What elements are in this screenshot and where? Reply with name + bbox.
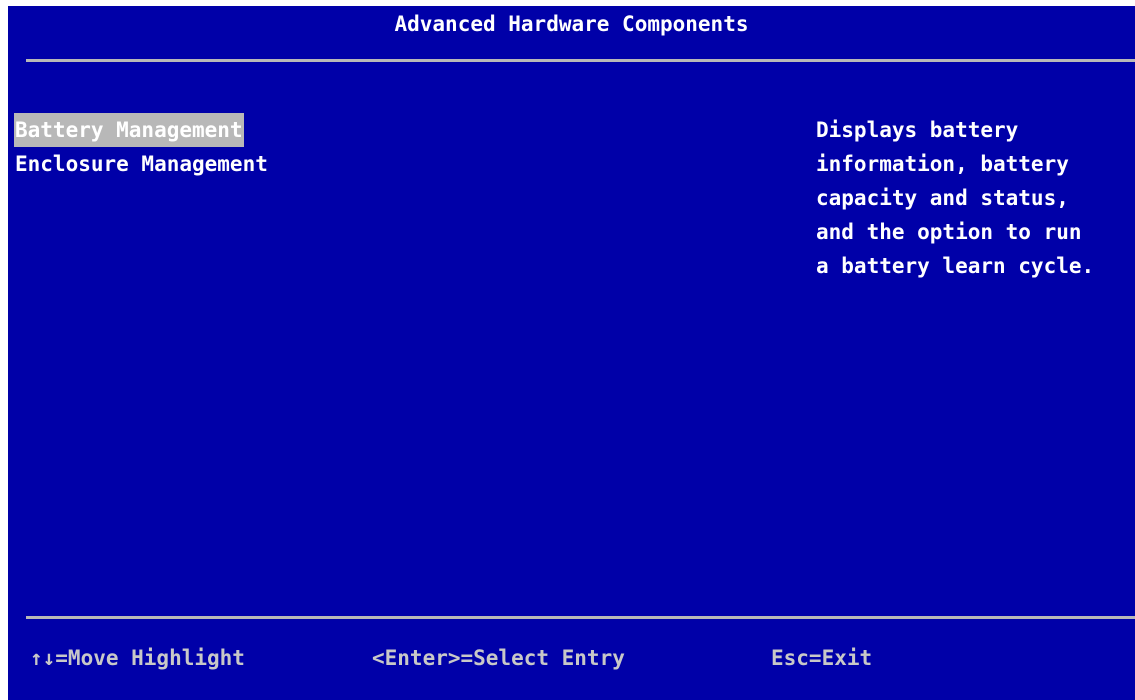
bottom-divider — [26, 616, 1135, 619]
hint-select-entry: <Enter>=Select Entry — [372, 646, 625, 670]
hint-move-highlight: ↑↓=Move Highlight — [30, 646, 245, 670]
page-title: Advanced Hardware Components — [394, 12, 749, 36]
help-text-line: and the option to run — [816, 220, 1082, 244]
top-divider — [26, 59, 1135, 62]
menu-item-battery-management[interactable]: Battery Management — [14, 113, 244, 147]
menu-item-enclosure-management[interactable]: Enclosure Management — [14, 147, 269, 181]
hint-exit: Esc=Exit — [771, 646, 873, 670]
help-text-line: Displays battery — [816, 118, 1019, 142]
help-text-line: capacity and status, — [816, 186, 1069, 210]
menu-list: Battery Management Enclosure Management — [14, 113, 269, 181]
help-panel: Displays battery information, battery ca… — [816, 113, 1135, 283]
help-text-line: information, battery — [816, 152, 1069, 176]
key-hint-bar: ↑↓=Move Highlight <Enter>=Select Entry E… — [8, 638, 1135, 678]
bios-setup-screen: Advanced Hardware Components Battery Man… — [8, 6, 1135, 700]
help-text-line: a battery learn cycle. — [816, 254, 1095, 278]
